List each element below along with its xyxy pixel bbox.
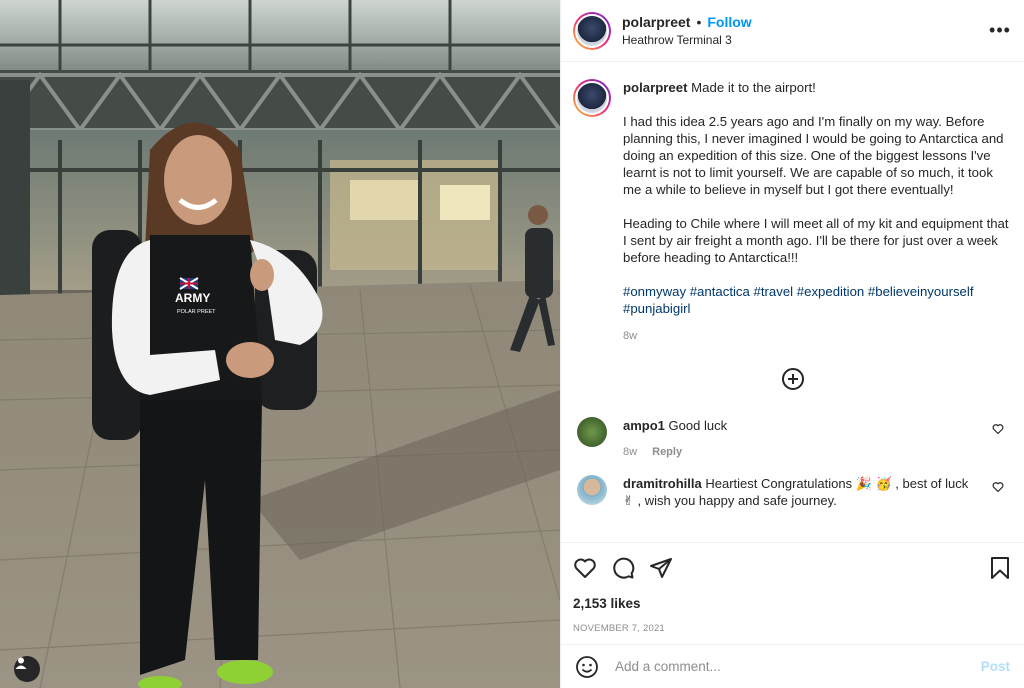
comment-body: ampo1 Good luck 8w Reply: [623, 417, 1012, 461]
heart-icon: [992, 482, 1004, 493]
person-icon: [15, 657, 27, 669]
comment-input[interactable]: [615, 659, 981, 674]
caption-hashtags: #onmyway #antactica #travel #expedition …: [623, 283, 1012, 317]
post-location[interactable]: Heathrow Terminal 3: [622, 33, 988, 47]
tagged-users-button[interactable]: [14, 656, 40, 682]
hashtag-link[interactable]: #expedition: [797, 284, 864, 299]
post-date[interactable]: NOVEMBER 7, 2021: [573, 623, 1012, 634]
reply-button[interactable]: Reply: [652, 446, 682, 458]
share-button[interactable]: [649, 556, 673, 580]
vest-army-text: ARMY: [175, 291, 210, 305]
commenter-username[interactable]: dramitrohilla: [623, 476, 702, 491]
paper-plane-icon: [650, 558, 672, 578]
post-comment-button[interactable]: Post: [981, 659, 1010, 674]
caption-paragraph-2: Heading to Chile where I will meet all o…: [623, 216, 1009, 265]
post-header: polarpreet • Follow Heathrow Terminal 3 …: [561, 0, 1024, 62]
author-info: polarpreet • Follow Heathrow Terminal 3: [622, 14, 988, 47]
like-comment-button[interactable]: [992, 481, 1004, 496]
commenter-avatar[interactable]: [577, 475, 607, 505]
comment-text: Good luck: [668, 418, 728, 433]
photo-scene: ARMY POLAR PREET: [0, 0, 560, 688]
speech-bubble-icon: [613, 557, 635, 579]
commenter-avatar[interactable]: [577, 417, 607, 447]
plus-circle-icon: [781, 368, 804, 390]
post-viewer: ARMY POLAR PREET polarpreet • Follow Hea…: [0, 0, 1024, 688]
like-comment-button[interactable]: [992, 423, 1004, 438]
comment-item: dramitrohilla Heartiest Congratulations …: [573, 475, 1012, 509]
post-actions-area: 2,153 likes NOVEMBER 7, 2021: [561, 542, 1024, 634]
action-bar: [573, 543, 1012, 593]
smiley-icon: [576, 655, 598, 678]
post-caption: polarpreet Made it to the airport! I had…: [573, 79, 1012, 345]
comment-composer: Post: [561, 644, 1024, 688]
vest-name-text: POLAR PREET: [177, 309, 216, 315]
emoji-button[interactable]: [575, 655, 599, 679]
hashtag-link[interactable]: #punjabigirl: [623, 301, 690, 316]
comments-list[interactable]: polarpreet Made it to the airport! I had…: [561, 63, 1024, 541]
hashtag-link[interactable]: #antactica: [690, 284, 750, 299]
like-button[interactable]: [573, 556, 597, 580]
likes-count[interactable]: 2,153 likes: [573, 596, 1012, 611]
save-button[interactable]: [988, 556, 1012, 580]
heart-icon: [574, 558, 596, 578]
more-options-icon[interactable]: •••: [988, 20, 1012, 41]
comment-button[interactable]: [611, 556, 635, 580]
caption-first-line: Made it to the airport!: [691, 80, 816, 95]
hashtag-link[interactable]: #onmyway: [623, 284, 686, 299]
separator-dot: •: [696, 14, 702, 30]
caption-username[interactable]: polarpreet: [623, 80, 688, 95]
load-more-comments-button[interactable]: [573, 367, 1012, 391]
caption-paragraph-1: I had this idea 2.5 years ago and I'm fi…: [623, 114, 1004, 197]
post-photo[interactable]: ARMY POLAR PREET: [0, 0, 560, 688]
author-avatar[interactable]: [573, 11, 611, 50]
author-username[interactable]: polarpreet: [622, 14, 690, 30]
caption-time[interactable]: 8w: [623, 328, 1012, 345]
hashtag-link[interactable]: #travel: [754, 284, 794, 299]
hashtag-link[interactable]: #believeinyourself: [868, 284, 974, 299]
heart-icon: [992, 424, 1004, 435]
comment-body: dramitrohilla Heartiest Congratulations …: [623, 475, 1012, 509]
post-details-panel: polarpreet • Follow Heathrow Terminal 3 …: [560, 0, 1024, 688]
commenter-username[interactable]: ampo1: [623, 418, 665, 433]
comment-time[interactable]: 8w: [623, 446, 637, 458]
caption-body: polarpreet Made it to the airport! I had…: [623, 79, 1012, 345]
comment-item: ampo1 Good luck 8w Reply: [573, 417, 1012, 461]
follow-button[interactable]: Follow: [707, 14, 751, 30]
bookmark-icon: [991, 557, 1009, 579]
caption-avatar[interactable]: [573, 79, 611, 117]
